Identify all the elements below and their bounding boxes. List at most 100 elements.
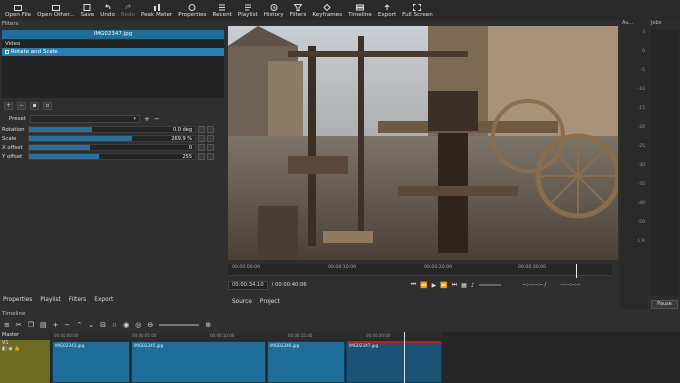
- deselect-filter-button[interactable]: ▫: [43, 102, 52, 110]
- tab-export[interactable]: Export: [94, 297, 113, 303]
- export-button[interactable]: Export: [375, 4, 399, 18]
- reset-param-button[interactable]: [198, 135, 205, 142]
- filter-list[interactable]: Video Rotate and Scale: [2, 40, 224, 98]
- reset-param-button[interactable]: [198, 144, 205, 151]
- meter-scale-label: -35: [637, 182, 645, 187]
- skip-previous-icon[interactable]: ⏮: [411, 281, 416, 289]
- reset-param-button[interactable]: [198, 153, 205, 160]
- open-other-button[interactable]: Open Other...: [34, 4, 77, 18]
- v1-track-header[interactable]: V1 ◧ ◉ 🔒: [0, 340, 50, 383]
- param-slider-fill: [29, 136, 132, 141]
- filter-item-rotate-and-scale[interactable]: Rotate and Scale: [2, 48, 224, 56]
- keyframe-param-button[interactable]: [207, 135, 214, 142]
- filter-enabled-checkbox[interactable]: [5, 50, 9, 54]
- keyframes-button[interactable]: Keyframes: [309, 3, 345, 18]
- timeline-tick: 00:00:20:00: [366, 333, 391, 338]
- save-button[interactable]: Save: [78, 4, 98, 18]
- volume-slider[interactable]: [478, 284, 501, 286]
- position-timecode[interactable]: 00:00:34:10: [228, 280, 268, 290]
- keyframe-param-button[interactable]: [207, 153, 214, 160]
- scrubber-tick: 00:00:30:00: [518, 265, 547, 270]
- jobs-list[interactable]: [651, 29, 679, 296]
- left-dock-tabs: Properties Playlist Filters Export: [0, 297, 113, 303]
- remove-filter-button[interactable]: −: [17, 102, 26, 110]
- add-filter-button[interactable]: +: [4, 102, 13, 110]
- full-screen-button[interactable]: Full Screen: [399, 4, 436, 18]
- tab-project[interactable]: Project: [260, 299, 280, 305]
- timeline-button[interactable]: Timeline: [345, 4, 375, 18]
- add-preset-icon[interactable]: +: [144, 115, 150, 123]
- video-preview[interactable]: [228, 26, 618, 260]
- remove-icon[interactable]: −: [65, 321, 71, 329]
- timeline-clip-selected[interactable]: IMG02347.jpg: [346, 341, 442, 383]
- keyframe-param-button[interactable]: [207, 126, 214, 133]
- timeline-ruler[interactable]: 00:00:00:00 00:00:05:00 00:00:10:00 00:0…: [52, 332, 442, 340]
- tab-source[interactable]: Source: [232, 299, 252, 305]
- param-value[interactable]: 0: [189, 145, 192, 151]
- copy-icon[interactable]: ❐: [28, 321, 34, 329]
- play-icon[interactable]: ▶: [432, 282, 437, 289]
- overwrite-icon[interactable]: ⌄: [88, 321, 94, 329]
- copy-filter-button[interactable]: ▪: [30, 102, 39, 110]
- remove-preset-icon[interactable]: −: [154, 115, 160, 123]
- playlist-button[interactable]: Playlist: [235, 4, 261, 18]
- recent-icon: [218, 4, 226, 11]
- timeline-clip[interactable]: IMG02346.jpg: [267, 341, 345, 383]
- param-value[interactable]: 255: [182, 154, 192, 160]
- player-scrubber[interactable]: 00:00:00:00 00:00:10:00 00:00:20:00 00:0…: [228, 264, 612, 278]
- properties-button[interactable]: Properties: [175, 4, 209, 18]
- timeline-playhead[interactable]: [404, 332, 405, 383]
- volume-icon[interactable]: ♪: [471, 282, 475, 289]
- append-icon[interactable]: +: [53, 321, 59, 329]
- peak-meter-button[interactable]: Peak Meter: [138, 4, 175, 18]
- menu-icon[interactable]: ≡: [4, 321, 10, 329]
- fast-forward-icon[interactable]: ⏩: [440, 282, 447, 289]
- param-slider[interactable]: 0: [28, 144, 196, 151]
- rewind-icon[interactable]: ⏪: [420, 282, 427, 289]
- zoom-slider[interactable]: [159, 324, 200, 326]
- filters-button[interactable]: Filters: [287, 4, 310, 18]
- param-label: Rotation: [2, 126, 25, 133]
- pause-jobs-button[interactable]: Pause: [651, 300, 678, 309]
- save-icon: [83, 4, 91, 11]
- timeline-clip[interactable]: IMG02345.jpg: [131, 341, 266, 383]
- open-file-button[interactable]: Open File: [2, 4, 34, 18]
- keyframe-param-button[interactable]: [207, 144, 214, 151]
- redo-button[interactable]: Redo: [118, 4, 138, 18]
- param-value[interactable]: 269.9 %: [171, 136, 192, 142]
- zoom-out-icon[interactable]: ⊖: [147, 321, 153, 329]
- clip-name: IMG02345.jpg: [134, 343, 164, 348]
- lift-icon[interactable]: ⌃: [76, 321, 82, 329]
- paste-icon[interactable]: ▤: [40, 321, 47, 329]
- tab-filters[interactable]: Filters: [69, 297, 86, 303]
- recent-button[interactable]: Recent: [209, 4, 234, 18]
- param-slider[interactable]: 269.9 %: [28, 135, 196, 142]
- preset-row: Preset ▾ + −: [0, 113, 226, 125]
- reset-param-button[interactable]: [198, 126, 205, 133]
- keyframes-icon: [323, 3, 331, 12]
- filter-item-label: Rotate and Scale: [11, 49, 58, 55]
- ripple-icon[interactable]: ◎: [135, 321, 141, 329]
- grid-icon[interactable]: ▦: [461, 282, 467, 289]
- timeline-clip[interactable]: IMG02343.jpg: [52, 341, 130, 383]
- param-slider[interactable]: 255: [28, 153, 196, 160]
- preset-select[interactable]: ▾: [30, 115, 140, 123]
- param-value[interactable]: 0.0 deg: [173, 127, 192, 133]
- zoom-in-icon[interactable]: ⊕: [205, 321, 211, 329]
- param-slider[interactable]: 0.0 deg: [28, 126, 196, 133]
- audio-meter-title: Au...: [622, 20, 634, 26]
- split-icon[interactable]: ⊟: [100, 321, 106, 329]
- tab-playlist[interactable]: Playlist: [40, 297, 61, 303]
- filters-icon: [293, 4, 303, 11]
- scrub-icon[interactable]: ◉: [123, 321, 129, 329]
- snap-icon[interactable]: ∩: [112, 321, 117, 329]
- scrubber-playhead[interactable]: [576, 264, 577, 278]
- track-controls-icon[interactable]: ◧ ◉ 🔒: [2, 346, 21, 352]
- skip-next-icon[interactable]: ⏭: [452, 281, 457, 289]
- undo-button[interactable]: Undo: [97, 4, 118, 18]
- timeline-tracks[interactable]: Master V1 ◧ ◉ 🔒 00:00:00:00 00:00:05:00 …: [0, 332, 680, 383]
- tab-properties[interactable]: Properties: [3, 297, 32, 303]
- cut-icon[interactable]: ✂: [16, 321, 22, 329]
- meter-scale-label: -50: [637, 220, 645, 225]
- history-button[interactable]: History: [261, 4, 287, 18]
